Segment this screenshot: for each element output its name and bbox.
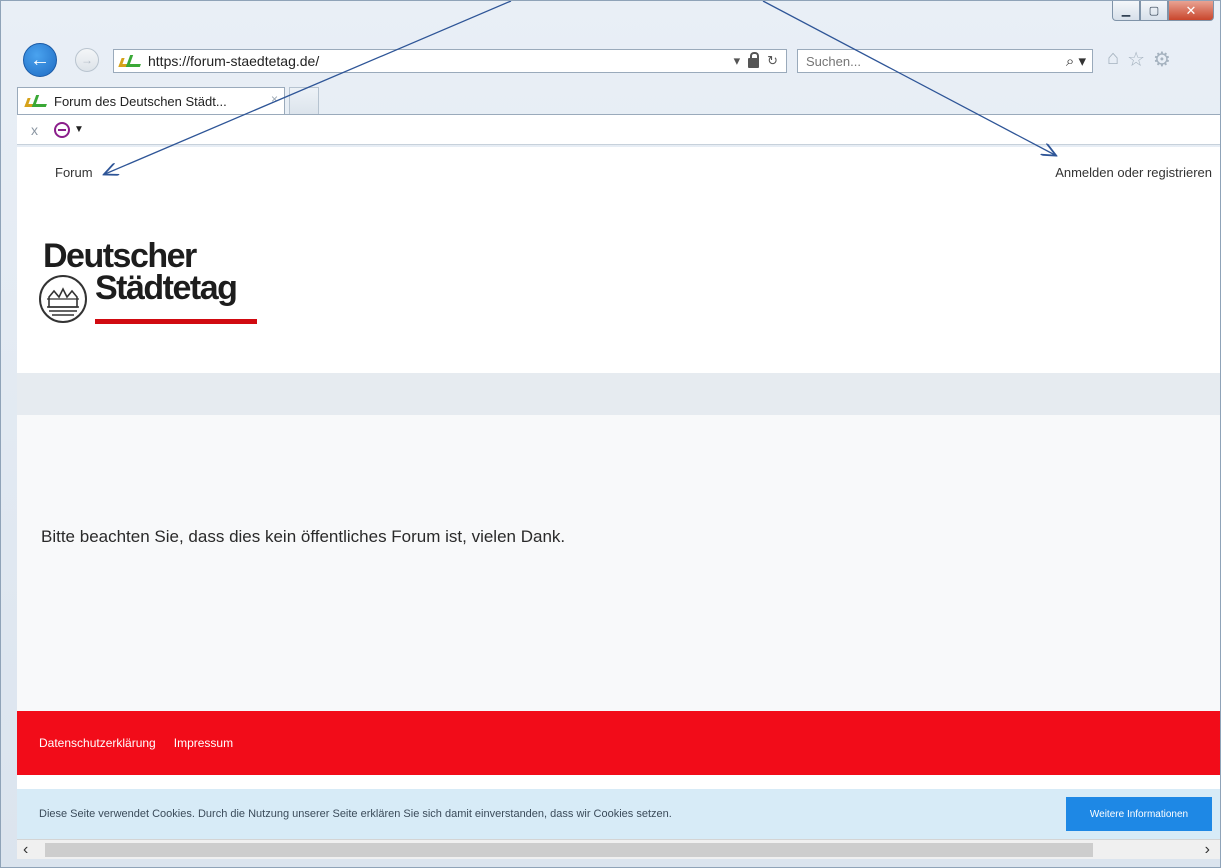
tab-row: Forum des Deutschen Städt... ×	[1, 87, 1220, 114]
browser-window: ▁ ▢ ✕ ← → https://forum-staedtetag.de/ ▾…	[0, 0, 1221, 868]
horizontal-scrollbar[interactable]: ‹ ›	[17, 839, 1220, 859]
forward-button[interactable]: →	[75, 48, 99, 72]
toolbar-icons: ⌂ ☆ ⚙	[1107, 47, 1171, 72]
logo-red-bar	[95, 319, 257, 324]
menu-strip	[17, 373, 1220, 415]
address-bar[interactable]: https://forum-staedtetag.de/ ▾ ↻	[113, 49, 787, 73]
search-icon[interactable]: ⌕ ▾	[1066, 52, 1092, 70]
nav-forum-link[interactable]: Forum	[55, 165, 93, 180]
address-url[interactable]: https://forum-staedtetag.de/	[148, 53, 734, 69]
refresh-icon[interactable]: ↻	[767, 53, 778, 69]
footer-link-imprint[interactable]: Impressum	[174, 736, 233, 750]
top-navigation: Forum Anmelden oder registrieren	[17, 147, 1220, 197]
logo-text-line2: Städtetag	[95, 269, 238, 307]
cookie-text: Diese Seite verwendet Cookies. Durch die…	[39, 808, 672, 820]
address-tools: ▾ ↻	[734, 52, 786, 69]
close-window-button[interactable]: ✕	[1168, 1, 1214, 21]
gear-icon[interactable]: ⚙	[1153, 47, 1171, 72]
tab-close-icon[interactable]: ×	[271, 92, 278, 106]
main-content: Bitte beachten Sie, dass dies kein öffen…	[17, 415, 1220, 711]
lock-icon[interactable]	[748, 52, 760, 68]
arrow-right-icon: →	[81, 53, 93, 67]
footer-gap	[17, 775, 1220, 789]
logo[interactable]: Deutscher Städtetag	[39, 239, 299, 339]
command-bar: x ▼	[17, 114, 1220, 145]
close-toolbar-icon[interactable]: x	[31, 122, 38, 138]
more-info-button[interactable]: Weitere Informationen	[1066, 797, 1212, 831]
scroll-right-icon[interactable]: ›	[1205, 840, 1210, 859]
minimize-button[interactable]: ▁	[1112, 1, 1140, 21]
site-favicon-icon	[120, 55, 142, 67]
notice-text: Bitte beachten Sie, dass dies kein öffen…	[41, 527, 566, 546]
favorites-star-icon[interactable]: ☆	[1127, 47, 1145, 72]
search-box[interactable]: ⌕ ▾	[797, 49, 1093, 73]
scroll-left-icon[interactable]: ‹	[23, 840, 28, 859]
dropdown-caret-icon[interactable]: ▾	[734, 53, 741, 69]
navigation-bar: ← → https://forum-staedtetag.de/ ▾ ↻ ⌕ ▾…	[1, 27, 1220, 93]
footer: Datenschutzerklärung Impressum	[17, 711, 1220, 775]
cookie-bar: Diese Seite verwendet Cookies. Durch die…	[17, 789, 1220, 839]
tab-favicon-icon	[26, 95, 48, 107]
logo-text-line1: Deutscher	[43, 237, 197, 275]
new-tab-button[interactable]	[289, 87, 319, 114]
window-controls: ▁ ▢ ✕	[1112, 1, 1214, 21]
login-register-link[interactable]: Anmelden oder registrieren	[1055, 165, 1212, 180]
addon-button[interactable]: ▼	[54, 121, 84, 138]
emblem-icon	[39, 275, 87, 323]
caret-down-icon: ▼	[74, 124, 84, 135]
tab-forum[interactable]: Forum des Deutschen Städt... ×	[17, 87, 285, 114]
maximize-button[interactable]: ▢	[1140, 1, 1168, 21]
scrollbar-thumb[interactable]	[45, 843, 1093, 857]
page-viewport: Forum Anmelden oder registrieren Deutsch…	[17, 147, 1220, 859]
arrow-left-icon: ←	[30, 48, 50, 71]
back-button[interactable]: ←	[23, 43, 57, 77]
footer-link-privacy[interactable]: Datenschutzerklärung	[39, 736, 156, 750]
tab-title: Forum des Deutschen Städt...	[54, 93, 227, 109]
search-input[interactable]	[806, 53, 1066, 69]
home-icon[interactable]: ⌂	[1107, 47, 1119, 72]
addon-globe-icon	[54, 121, 70, 138]
